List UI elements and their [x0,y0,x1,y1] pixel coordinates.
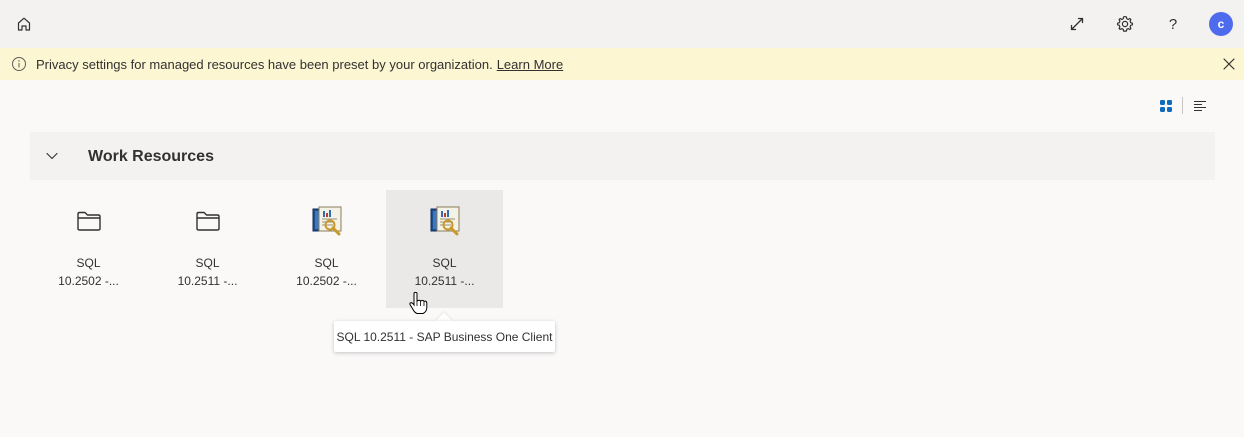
tile-label-line2: 10.2511 -... [177,274,238,288]
banner-close-button[interactable] [1219,54,1239,74]
privacy-banner: Privacy settings for managed resources h… [0,48,1244,80]
close-icon [1223,58,1235,70]
folder-icon [76,211,101,231]
resource-tile[interactable]: SQL 10.2511 -... [149,190,266,308]
gear-icon [1117,16,1133,32]
tile-label-line1: SQL [432,256,457,270]
list-view-button[interactable] [1190,96,1210,116]
tile-label-line2: 10.2502 -... [296,274,357,288]
expand-icon [1070,17,1084,31]
help-icon: ? [1168,15,1178,33]
resource-tile[interactable]: SQL 10.2511 -... [386,190,503,308]
banner-message: Privacy settings for managed resources h… [36,57,563,72]
settings-button[interactable] [1109,8,1141,40]
folder-icon [195,211,220,231]
resource-tile[interactable]: SQL 10.2502 -... [30,190,147,308]
tile-label: SQL 10.2511 -... [149,254,266,290]
help-button[interactable]: ? [1157,8,1189,40]
learn-more-link[interactable]: Learn More [497,57,563,72]
tile-label-line2: 10.2502 -... [58,274,119,288]
avatar[interactable]: c [1209,12,1233,36]
expand-button[interactable] [1061,8,1093,40]
tile-label-line1: SQL [76,256,101,270]
tooltip: SQL 10.2511 - SAP Business One Client [334,321,555,352]
tooltip-text: SQL 10.2511 - SAP Business One Client [336,329,553,344]
grid-view-icon [1160,100,1172,112]
tile-label: SQL 10.2502 -... [30,254,147,290]
home-icon [17,17,31,31]
hand-cursor-icon [409,291,428,314]
list-view-icon [1194,100,1206,112]
tile-label: SQL 10.2502 -... [268,254,385,290]
sap-app-icon [312,206,341,236]
work-resources-section-header[interactable]: Work Resources [30,132,1215,180]
resource-tile[interactable]: SQL 10.2502 -... [268,190,385,308]
avatar-initial: c [1217,17,1225,31]
view-toggle-divider [1182,97,1183,114]
sap-app-icon [430,206,459,236]
tile-label-line1: SQL [195,256,220,270]
banner-text: Privacy settings for managed resources h… [36,57,493,72]
section-title: Work Resources [88,148,214,165]
chevron-down-icon[interactable] [44,148,60,164]
tile-label: SQL 10.2511 -... [386,254,503,290]
info-icon [12,57,26,71]
top-bar: ? c [0,0,1244,48]
tile-label-line1: SQL [314,256,339,270]
home-button[interactable] [8,8,40,40]
tile-label-line2: 10.2511 -... [414,274,475,288]
grid-view-button[interactable] [1156,96,1176,116]
